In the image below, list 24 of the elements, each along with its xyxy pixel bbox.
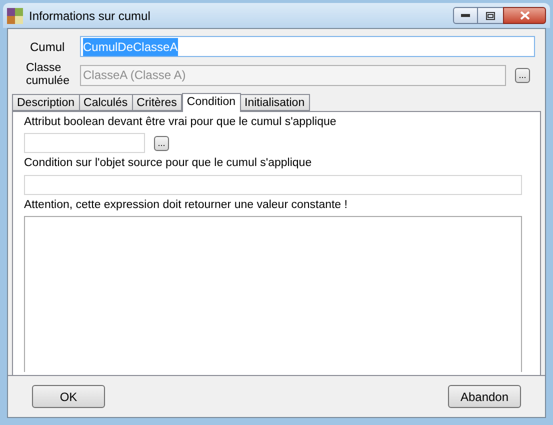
tab[interactable]: Description — [12, 94, 80, 111]
tab[interactable]: Initialisation — [240, 94, 310, 111]
maximize-button[interactable] — [478, 7, 503, 24]
field-label: Cumul — [29, 38, 66, 56]
expression-field[interactable] — [24, 216, 522, 372]
source-condition-field[interactable] — [24, 174, 522, 194]
tab[interactable]: Condition — [182, 93, 240, 112]
close-button[interactable] — [503, 7, 546, 24]
warning-text: Attention, cette expression doit retourner une valeur constante ! — [24, 198, 348, 212]
app-icon — [7, 8, 23, 24]
abandon-button[interactable]: Abandon — [448, 385, 521, 408]
attribute-label: Attribut boolean devant être vrai pour que le cumul s'applique — [24, 115, 338, 130]
tab[interactable]: Critères — [132, 94, 182, 111]
close-icon — [520, 11, 530, 20]
ok-button[interactable]: OK — [32, 385, 105, 408]
minimize-icon — [461, 14, 470, 17]
browse-button[interactable]: ... — [154, 136, 169, 151]
tab[interactable]: Calculés — [78, 94, 133, 111]
minimize-button[interactable] — [453, 7, 478, 24]
field-label: Classe cumulée — [25, 62, 70, 88]
source-label: Condition sur l'objet source pour que le cumul s'applique — [24, 156, 313, 172]
maximize-icon — [486, 12, 495, 20]
attribute-field[interactable] — [24, 133, 145, 154]
window-title: Informations sur cumul — [29, 8, 150, 24]
